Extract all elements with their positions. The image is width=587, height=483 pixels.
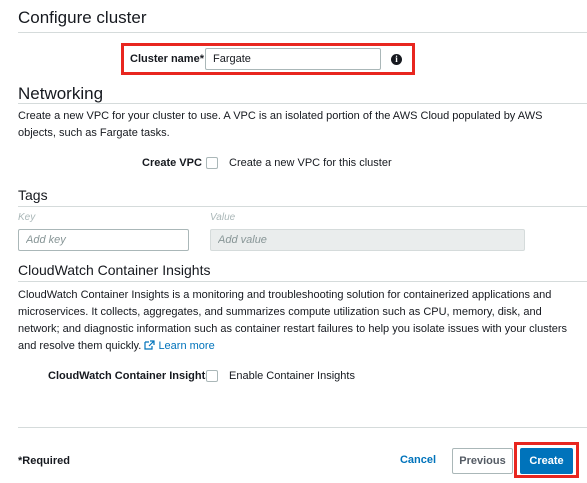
create-vpc-checkbox-label[interactable]: Create a new VPC for this cluster (229, 157, 392, 169)
external-link-icon (144, 340, 155, 350)
divider (18, 103, 587, 104)
networking-title: Networking (18, 84, 104, 103)
tags-key-header: Key (18, 212, 36, 223)
create-vpc-checkbox[interactable] (206, 157, 218, 169)
networking-description: Create a new VPC for your cluster to use… (18, 110, 543, 139)
insights-description: CloudWatch Container Insights is a monit… (18, 287, 577, 355)
create-button[interactable]: Create (520, 448, 573, 474)
previous-button[interactable]: Previous (452, 448, 513, 474)
insights-checkbox-label[interactable]: Enable Container Insights (229, 370, 355, 382)
divider (18, 206, 587, 207)
cluster-name-input[interactable] (205, 48, 381, 70)
tag-key-input[interactable] (18, 229, 189, 251)
tags-title: Tags (18, 187, 48, 203)
insights-title: CloudWatch Container Insights (18, 262, 211, 278)
insights-label: CloudWatch Container Insights (48, 370, 212, 382)
tag-value-input (210, 229, 525, 251)
create-vpc-label: Create VPC (142, 157, 202, 169)
page-title: Configure cluster (18, 8, 147, 27)
tags-value-header: Value (210, 212, 236, 223)
info-icon[interactable]: i (391, 54, 402, 65)
insights-description-text: CloudWatch Container Insights is a monit… (18, 289, 568, 352)
configure-cluster-page: Configure cluster Cluster name* i Networ… (0, 0, 587, 483)
required-note: *Required (18, 455, 70, 467)
learn-more-label: Learn more (158, 340, 215, 352)
learn-more-link[interactable]: Learn more (144, 340, 215, 352)
insights-checkbox[interactable] (206, 370, 218, 382)
footer-divider (18, 427, 587, 428)
divider (18, 281, 587, 282)
cluster-name-label: Cluster name* (130, 53, 204, 65)
divider (18, 32, 587, 33)
cancel-button[interactable]: Cancel (394, 448, 442, 474)
